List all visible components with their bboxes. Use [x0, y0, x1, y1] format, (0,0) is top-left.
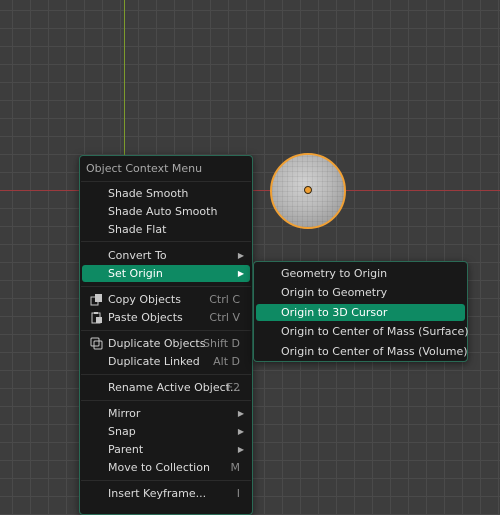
submenu-item-label: Origin to Geometry [281, 286, 388, 299]
menu-title: Object Context Menu [86, 162, 203, 175]
shortcut-text: Ctrl V [209, 311, 240, 324]
menu-item-move-to-collection[interactable]: Move to Collection M [82, 459, 250, 476]
shortcut-text: Alt D [213, 355, 240, 368]
set-origin-submenu: Geometry to Origin Origin to Geometry Or… [253, 261, 469, 362]
menu-item-label: Snap [108, 425, 136, 438]
submenu-arrow-icon: ▶ [237, 269, 244, 278]
shortcut-text: Ctrl C [209, 293, 240, 306]
submenu-item-label: Origin to Center of Mass (Volume) [281, 345, 468, 358]
menu-item-shade-auto-smooth[interactable]: Shade Auto Smooth [82, 203, 250, 220]
menu-separator [81, 330, 251, 331]
menu-item-label: Mirror [108, 407, 141, 420]
menu-item-label: Duplicate Objects [108, 337, 206, 350]
menu-item-label: Copy Objects [108, 293, 181, 306]
menu-item-rename-active-object[interactable]: Rename Active Object... F2 [82, 379, 250, 396]
submenu-item-origin-to-center-of-mass-volume[interactable]: Origin to Center of Mass (Volume) [256, 343, 468, 360]
menu-item-convert-to[interactable]: Convert To ▶ [82, 247, 250, 264]
menu-separator [81, 241, 251, 242]
menu-item-label: Shade Smooth [108, 187, 189, 200]
menu-item-copy-objects[interactable]: Copy Objects Ctrl C [82, 291, 250, 308]
menu-item-shade-flat[interactable]: Shade Flat [82, 221, 250, 238]
menu-item-insert-keyframe[interactable]: Insert Keyframe... I [82, 485, 250, 502]
shortcut-text: M [230, 461, 241, 474]
menu-separator [81, 286, 251, 287]
menu-separator [81, 400, 251, 401]
shortcut-text: I [236, 487, 240, 500]
menu-item-label: Rename Active Object... [108, 381, 241, 394]
menu-item-label: Convert To [108, 249, 167, 262]
duplicate-icon [90, 337, 103, 350]
menu-item-label: Duplicate Linked [108, 355, 200, 368]
submenu-arrow-icon: ▶ [237, 409, 244, 418]
menu-item-label: Shade Auto Smooth [108, 205, 218, 218]
object-origin-point [304, 186, 312, 194]
menu-item-snap[interactable]: Snap ▶ [82, 423, 250, 440]
shortcut-text: F2 [226, 381, 240, 394]
menu-item-mirror[interactable]: Mirror ▶ [82, 405, 250, 422]
menu-item-label: Move to Collection [108, 461, 210, 474]
object-context-menu: Object Context Menu Shade Smooth Shade A… [79, 155, 253, 515]
submenu-arrow-icon: ▶ [237, 427, 244, 436]
paste-icon [91, 312, 102, 324]
menu-item-paste-objects[interactable]: Paste Objects Ctrl V [82, 309, 250, 326]
submenu-item-origin-to-center-of-mass-surface[interactable]: Origin to Center of Mass (Surface) [256, 323, 469, 340]
submenu-arrow-icon: ▶ [237, 445, 244, 454]
submenu-item-label: Origin to Center of Mass (Surface) [281, 325, 469, 338]
menu-separator [81, 181, 251, 182]
menu-separator [81, 374, 251, 375]
menu-item-label: Paste Objects [108, 311, 183, 324]
menu-item-set-origin[interactable]: Set Origin ▶ [82, 265, 250, 282]
submenu-item-origin-to-3d-cursor[interactable]: Origin to 3D Cursor [256, 304, 465, 321]
submenu-item-origin-to-geometry[interactable]: Origin to Geometry [256, 284, 465, 301]
menu-item-duplicate-objects[interactable]: Duplicate Objects Shift D [82, 335, 250, 352]
menu-item-label: Parent [108, 443, 144, 456]
shortcut-text: Shift D [203, 337, 240, 350]
menu-item-duplicate-linked[interactable]: Duplicate Linked Alt D [82, 353, 250, 370]
submenu-item-label: Geometry to Origin [281, 267, 388, 280]
menu-item-parent[interactable]: Parent ▶ [82, 441, 250, 458]
menu-item-shade-smooth[interactable]: Shade Smooth [82, 185, 250, 202]
y-axis-line [124, 0, 125, 155]
submenu-item-geometry-to-origin[interactable]: Geometry to Origin [256, 265, 465, 282]
menu-item-label: Insert Keyframe... [108, 487, 207, 500]
menu-item-label: Shade Flat [108, 223, 167, 236]
submenu-arrow-icon: ▶ [237, 251, 244, 260]
menu-separator [81, 480, 251, 481]
submenu-item-label: Origin to 3D Cursor [281, 306, 388, 319]
menu-item-label: Set Origin [108, 267, 163, 280]
copy-icon [90, 294, 102, 306]
